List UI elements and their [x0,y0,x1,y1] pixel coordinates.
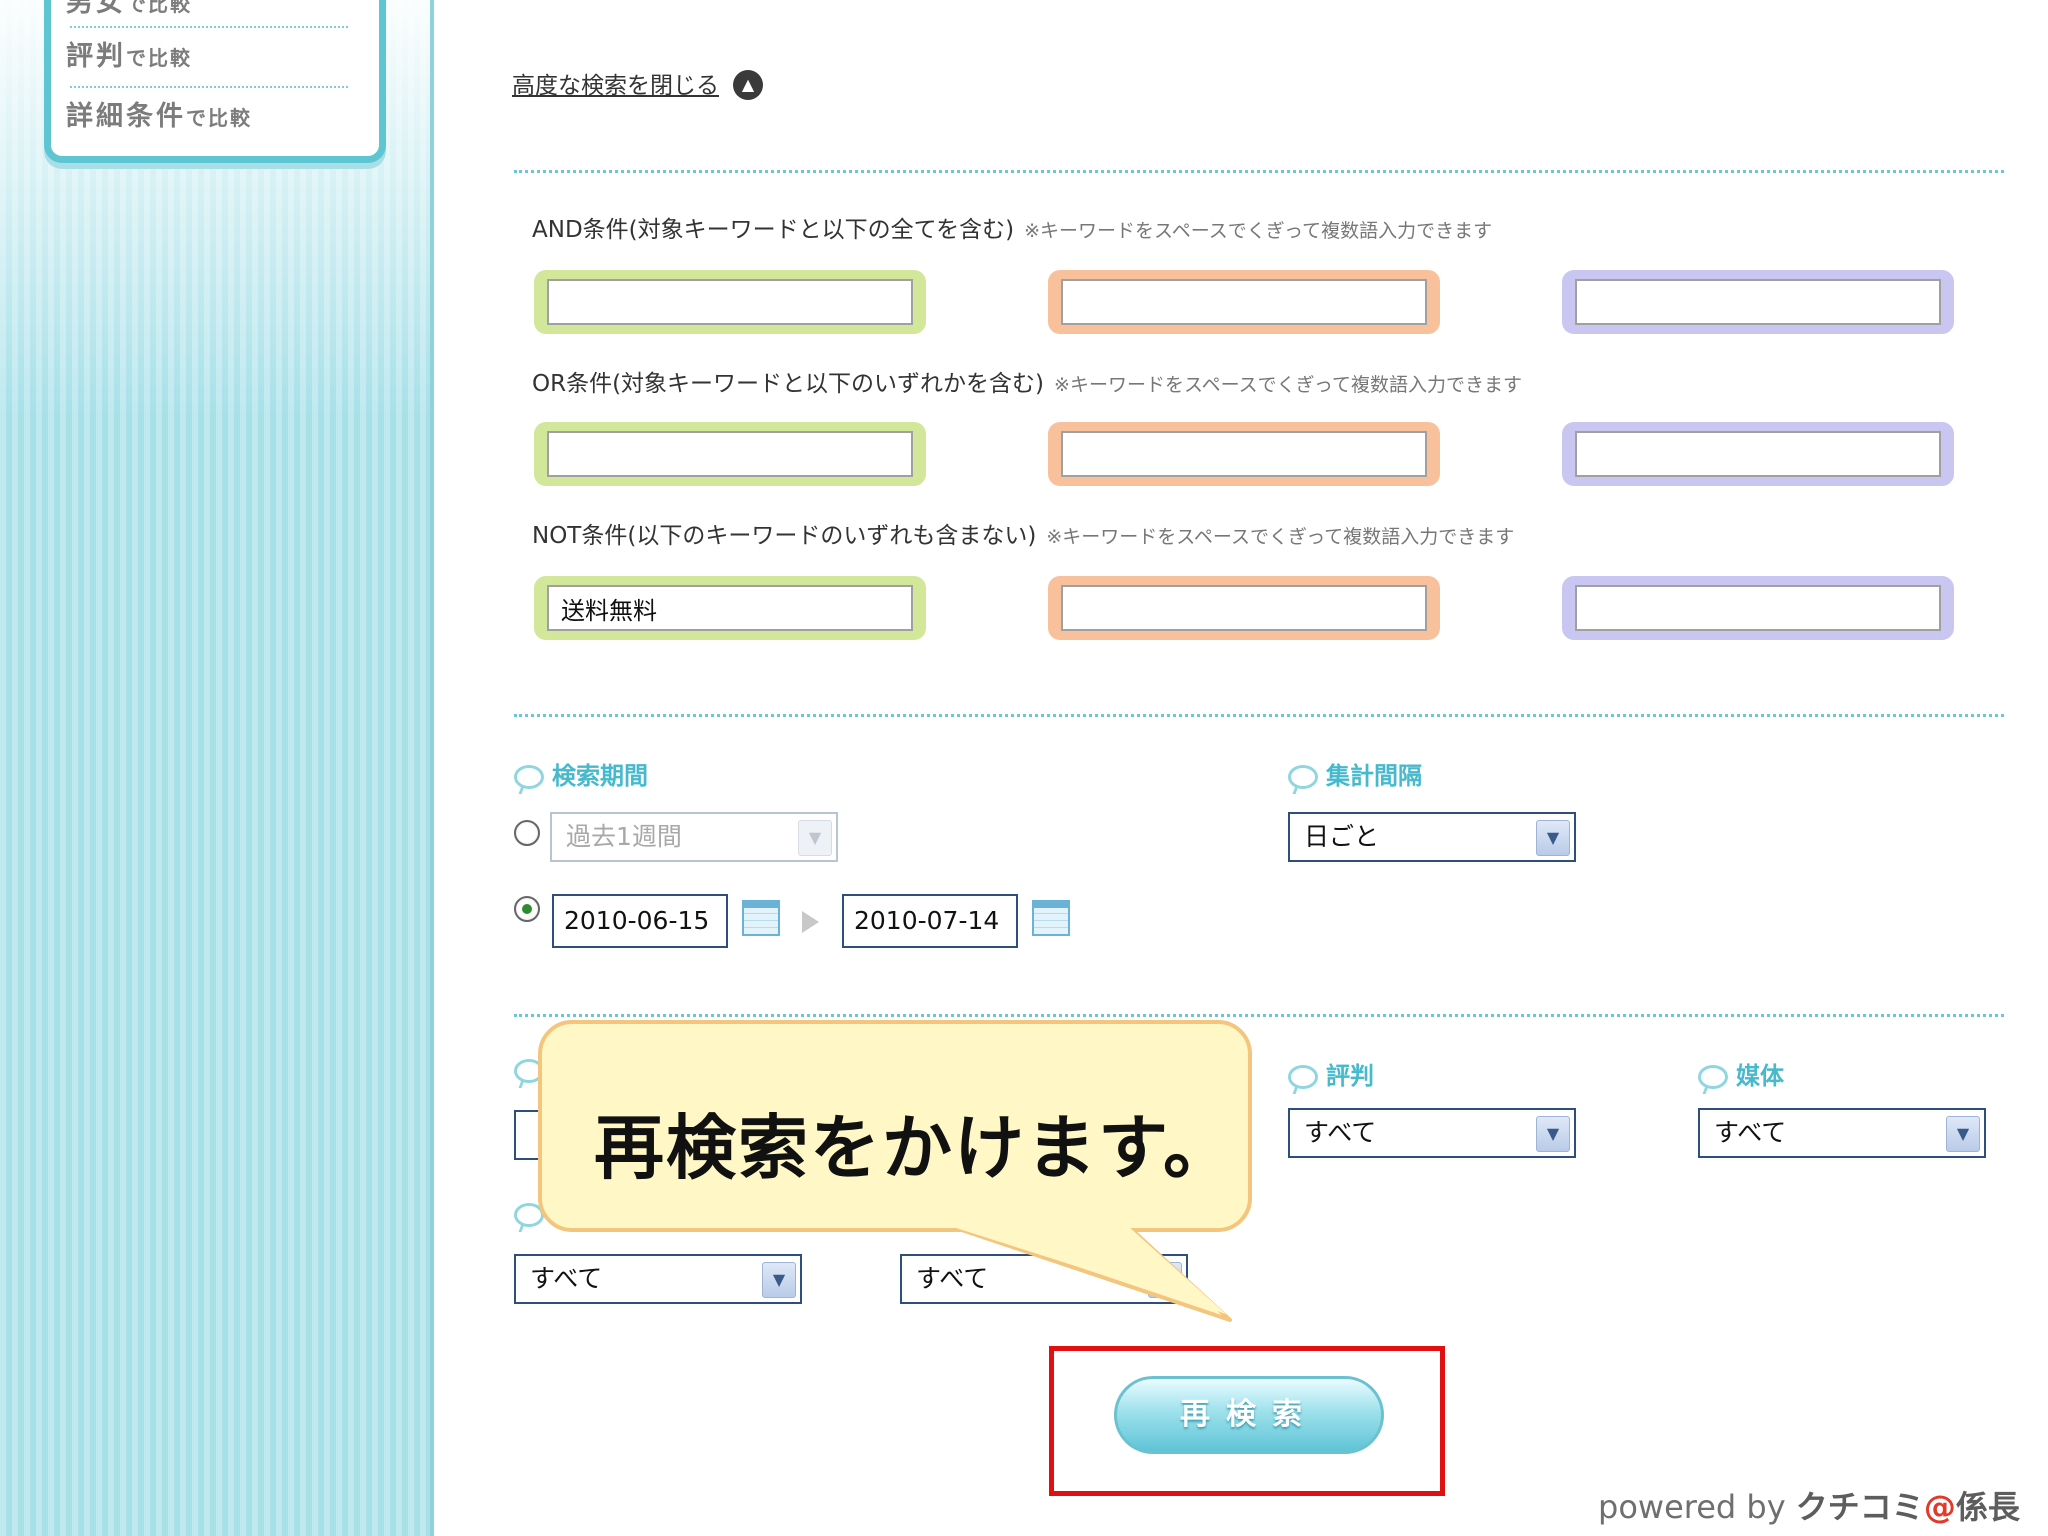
or-keyword-input-3[interactable] [1575,431,1941,477]
footer-powered-text: powered by [1598,1488,1786,1526]
not-condition-note: ※キーワードをスペースでくぎって複数語入力できます [1046,526,1515,548]
compare-item-label: 評判 [66,41,126,72]
period-preset-select[interactable]: 過去1週間 ▼ [550,812,838,862]
or-keyword-box-2 [1048,422,1440,486]
filter2-left-select[interactable]: すべて ▼ [514,1254,802,1304]
reputation-title-text: 評判 [1326,1062,1374,1090]
and-keyword-input-2[interactable] [1061,279,1427,325]
divider [514,170,2004,173]
and-keyword-input-1[interactable] [547,279,913,325]
period-title-text: 検索期間 [552,762,648,790]
media-select[interactable]: すべて ▼ [1698,1108,1986,1158]
compare-item-suffix: で比較 [126,0,192,16]
or-condition-label: OR条件(対象キーワードと以下のいずれかを含む) ※キーワードをスペースでくぎって… [532,364,1522,398]
calendar-icon[interactable] [742,900,780,936]
compare-item-label: 詳細条件 [66,101,186,132]
compare-item-gender[interactable]: 男女で比較 [66,0,356,28]
not-condition-label: NOT条件(以下のキーワードのいずれも含まない) ※キーワードをスペースでくぎって… [532,516,1514,550]
speech-bubble-icon [1698,1065,1728,1089]
and-keyword-box-3 [1562,270,1954,334]
chevron-down-icon: ▼ [1946,1116,1980,1152]
period-preset-radio[interactable] [514,820,540,846]
chevron-down-icon: ▼ [762,1262,796,1298]
filter2-right-value: すべて [916,1264,989,1293]
and-condition-note: ※キーワードをスペースでくぎって複数語入力できます [1024,220,1493,242]
divider [514,1014,2004,1017]
not-keyword-box-1 [534,576,926,640]
period-section-title: 検索期間 [514,756,648,791]
re-search-button[interactable]: 再検索 [1114,1376,1384,1454]
close-advanced-search-link[interactable]: 高度な検索を閉じる [512,66,719,100]
calendar-icon[interactable] [1032,900,1070,936]
chevron-down-icon: ▼ [798,820,832,856]
media-title-text: 媒体 [1736,1062,1784,1090]
compare-item-reputation[interactable]: 評判で比較 [66,32,356,82]
media-value: すべて [1714,1118,1787,1147]
or-keyword-input-1[interactable] [547,431,913,477]
sidebar [0,0,432,1536]
not-keyword-input-1[interactable] [547,585,913,631]
interval-value: 日ごと [1304,822,1380,851]
interval-select[interactable]: 日ごと ▼ [1288,812,1576,862]
not-condition-title: NOT条件(以下のキーワードのいずれも含まない) [532,523,1037,549]
footer-brand-suffix: 係長 [1955,1488,2020,1526]
date-to-field[interactable]: 2010-07-14 [842,894,1018,948]
chevron-down-icon: ▼ [1148,1262,1182,1298]
reputation-value: すべて [1304,1118,1377,1147]
chevron-down-icon: ▼ [1536,1116,1570,1152]
sidebar-divider [430,0,434,1536]
and-keyword-input-3[interactable] [1575,279,1941,325]
media-section-title: 媒体 [1698,1056,1784,1091]
footer-powered-by: powered by クチコミ@係長 [1598,1482,2020,1528]
filter2-right-select[interactable]: すべて ▼ [900,1254,1188,1304]
not-keyword-input-2[interactable] [1061,585,1427,631]
or-keyword-input-2[interactable] [1061,431,1427,477]
collapse-up-icon[interactable]: ▲ [733,70,763,100]
or-condition-note: ※キーワードをスペースでくぎって複数語入力できます [1054,374,1522,396]
filter2-left-value: すべて [530,1264,603,1293]
interval-title-text: 集計間隔 [1326,762,1422,790]
or-keyword-box-1 [534,422,926,486]
footer-brand: クチコミ [1795,1488,1924,1526]
speech-bubble-icon [514,765,544,789]
and-condition-label: AND条件(対象キーワードと以下の全てを含む) ※キーワードをスペースでくぎって複… [532,210,1492,244]
or-keyword-box-3 [1562,422,1954,486]
arrow-right-icon [802,911,819,933]
not-keyword-input-3[interactable] [1575,585,1941,631]
callout-text: 再検索をかけます。 [594,1107,1235,1189]
divider [70,86,348,88]
not-keyword-box-2 [1048,576,1440,640]
compare-item-suffix: で比較 [186,106,252,130]
divider [70,26,348,28]
or-condition-title: OR条件(対象キーワードと以下のいずれかを含む) [532,371,1045,397]
divider [514,714,2004,717]
speech-bubble-icon [1288,1065,1318,1089]
date-from-field[interactable]: 2010-06-15 [552,894,728,948]
period-custom-radio[interactable] [514,896,540,922]
period-preset-value: 過去1週間 [566,822,682,851]
interval-section-title: 集計間隔 [1288,756,1422,791]
and-keyword-box-1 [534,270,926,334]
compare-item-detail[interactable]: 詳細条件で比較 [66,92,356,142]
compare-item-label: 男女 [66,0,126,18]
reputation-select[interactable]: すべて ▼ [1288,1108,1576,1158]
speech-bubble-icon [1288,765,1318,789]
not-keyword-box-3 [1562,576,1954,640]
and-keyword-box-2 [1048,270,1440,334]
reputation-section-title: 評判 [1288,1056,1374,1091]
chevron-down-icon: ▼ [1536,820,1570,856]
and-condition-title: AND条件(対象キーワードと以下の全てを含む) [532,217,1015,243]
compare-item-suffix: で比較 [126,46,192,70]
footer-brand-at: @ [1923,1488,1956,1526]
